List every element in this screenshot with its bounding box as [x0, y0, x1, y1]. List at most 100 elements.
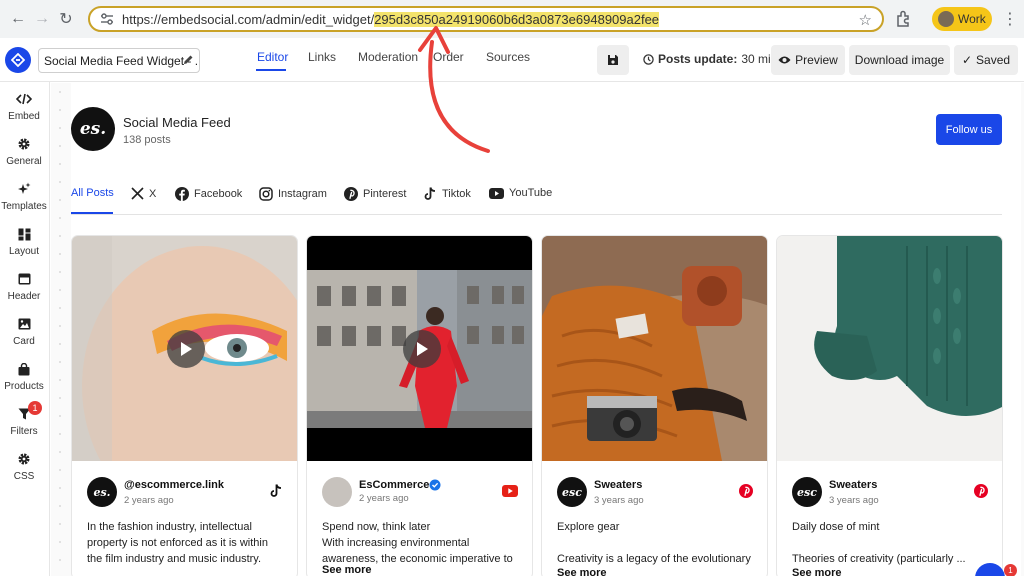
author-name[interactable]: @escommerce.link	[124, 479, 224, 491]
address-bar[interactable]: https://embedsocial.com/admin/edit_widge…	[88, 6, 884, 32]
post-text: Explore gear Creativity is a legacy of th…	[557, 519, 755, 567]
sidebar-item-templates[interactable]: Templates	[0, 180, 48, 220]
post-time: 2 years ago	[124, 495, 174, 506]
widget-name-field[interactable]: Social Media Feed Widget - ...	[38, 48, 200, 73]
eye-icon	[778, 56, 791, 64]
youtube-icon[interactable]	[502, 484, 518, 502]
sidebar-label: Filters	[10, 426, 38, 437]
post-card[interactable]: EsCommerce 2 years ago Spend now, think …	[306, 235, 533, 576]
x-icon	[131, 187, 144, 200]
see-more-link[interactable]: See more	[557, 567, 607, 576]
play-icon[interactable]	[167, 330, 205, 368]
download-image-button[interactable]: Download image	[849, 45, 950, 75]
tab-order[interactable]: Order	[433, 50, 464, 64]
clock-icon	[643, 53, 654, 65]
post-card[interactable]: es. @escommerce.link 2 years ago In the …	[71, 235, 298, 576]
tab-moderation[interactable]: Moderation	[358, 50, 418, 64]
verified-badge-icon	[429, 478, 441, 496]
filters-badge: 1	[28, 401, 42, 415]
sidebar-item-embed[interactable]: Embed	[0, 90, 48, 130]
feed-avatar: es.	[71, 107, 115, 151]
save-button[interactable]	[597, 45, 629, 75]
see-more-link[interactable]: See more	[322, 564, 372, 576]
post-time: 3 years ago	[594, 495, 644, 506]
profile-avatar	[938, 11, 954, 27]
pinterest-icon[interactable]	[974, 484, 988, 503]
editor-sidebar: Embed General Templates Layout Header Ca…	[0, 82, 50, 576]
facebook-icon	[175, 187, 189, 201]
url-widget-id: 295d3c850a24919060b6d3a0873e6948909a2fee	[374, 11, 660, 27]
tab-links[interactable]: Links	[308, 50, 336, 64]
sidebar-item-general[interactable]: General	[0, 135, 48, 175]
bookmark-star-icon[interactable]: ☆	[859, 11, 872, 29]
post-text-line: Explore gear	[557, 521, 620, 533]
filter-tab-label: X	[149, 187, 157, 200]
download-label: Download image	[854, 53, 945, 67]
header-icon	[18, 270, 31, 288]
play-icon[interactable]	[403, 330, 441, 368]
edit-pencil-icon[interactable]	[183, 54, 194, 68]
post-video-thumbnail[interactable]	[307, 236, 532, 461]
browser-menu-icon[interactable]: ⋮	[1002, 9, 1018, 29]
site-settings-icon[interactable]	[96, 13, 118, 25]
browser-toolbar: ← → ↻ https://embedsocial.com/admin/edit…	[0, 0, 1024, 38]
post-image[interactable]	[542, 236, 767, 461]
sidebar-item-products[interactable]: Products	[0, 360, 48, 400]
sidebar-label: Products	[4, 381, 44, 392]
reload-icon[interactable]: ↻	[54, 7, 78, 31]
sidebar-label: General	[6, 156, 42, 167]
filter-tab-instagram[interactable]: Instagram	[259, 187, 327, 201]
filter-tab-youtube[interactable]: YouTube	[489, 187, 552, 199]
sidebar-item-filters[interactable]: 1 Filters	[0, 401, 48, 445]
sidebar-label: Templates	[1, 201, 47, 212]
back-arrow-icon[interactable]: ←	[6, 7, 30, 31]
author-name[interactable]: Sweaters	[829, 479, 877, 491]
sidebar-item-layout[interactable]: Layout	[0, 225, 48, 265]
filter-tab-facebook[interactable]: Facebook	[175, 187, 242, 201]
youtube-icon	[489, 187, 504, 199]
filter-tab-x[interactable]: X	[131, 187, 156, 200]
sidebar-label: Embed	[8, 111, 40, 122]
feed-title: Social Media Feed	[123, 115, 231, 130]
extensions-icon[interactable]	[894, 9, 914, 29]
filter-tab-pinterest[interactable]: Pinterest	[344, 187, 406, 201]
pinterest-icon[interactable]	[739, 484, 753, 503]
code-icon	[16, 90, 32, 108]
url-text: https://embedsocial.com/admin/edit_widge…	[122, 11, 660, 27]
author-avatar: es.	[87, 477, 117, 507]
profile-button[interactable]: Work	[932, 7, 992, 31]
layout-icon	[18, 225, 31, 243]
embedsocial-logo[interactable]	[5, 47, 31, 73]
post-time: 2 years ago	[359, 493, 409, 504]
post-video-thumbnail[interactable]	[72, 236, 297, 461]
post-card[interactable]: esc Sweaters 3 years ago Daily dose of m…	[776, 235, 1003, 576]
forward-arrow-icon[interactable]: →	[30, 7, 54, 31]
filter-tab-label: Tiktok	[442, 188, 471, 200]
sidebar-item-css[interactable]: CSS	[0, 450, 48, 490]
sidebar-item-card[interactable]: Card	[0, 315, 48, 355]
image-icon	[18, 315, 31, 333]
sidebar-item-header[interactable]: Header	[0, 270, 48, 310]
check-icon: ✓	[961, 53, 973, 67]
author-name[interactable]: Sweaters	[594, 479, 642, 491]
follow-us-button[interactable]: Follow us	[936, 114, 1002, 145]
preview-button[interactable]: Preview	[771, 45, 845, 75]
filter-tabs-divider	[71, 214, 1002, 215]
see-more-link[interactable]: See more	[792, 567, 842, 576]
sidebar-label: CSS	[13, 471, 35, 482]
tiktok-icon[interactable]	[270, 484, 283, 503]
post-image[interactable]	[777, 236, 1002, 461]
tab-editor[interactable]: Editor	[257, 50, 288, 64]
filter-tab-all-posts[interactable]: All Posts	[71, 187, 114, 199]
profile-label: Work	[958, 12, 986, 26]
sidebar-label: Header	[7, 291, 41, 302]
post-text-line: Spend now, think later	[322, 521, 431, 533]
filter-tab-tiktok[interactable]: Tiktok	[424, 187, 471, 201]
post-card[interactable]: esc Sweaters 3 years ago Explore gear Cre…	[541, 235, 768, 576]
preview-label: Preview	[795, 53, 838, 67]
instagram-icon	[259, 187, 273, 201]
saved-button[interactable]: ✓ Saved	[954, 45, 1018, 75]
tab-sources[interactable]: Sources	[486, 50, 530, 64]
author-name[interactable]: EsCommerce	[359, 479, 429, 491]
url-prefix: https://embedsocial.com/admin/edit_widge…	[122, 11, 375, 27]
